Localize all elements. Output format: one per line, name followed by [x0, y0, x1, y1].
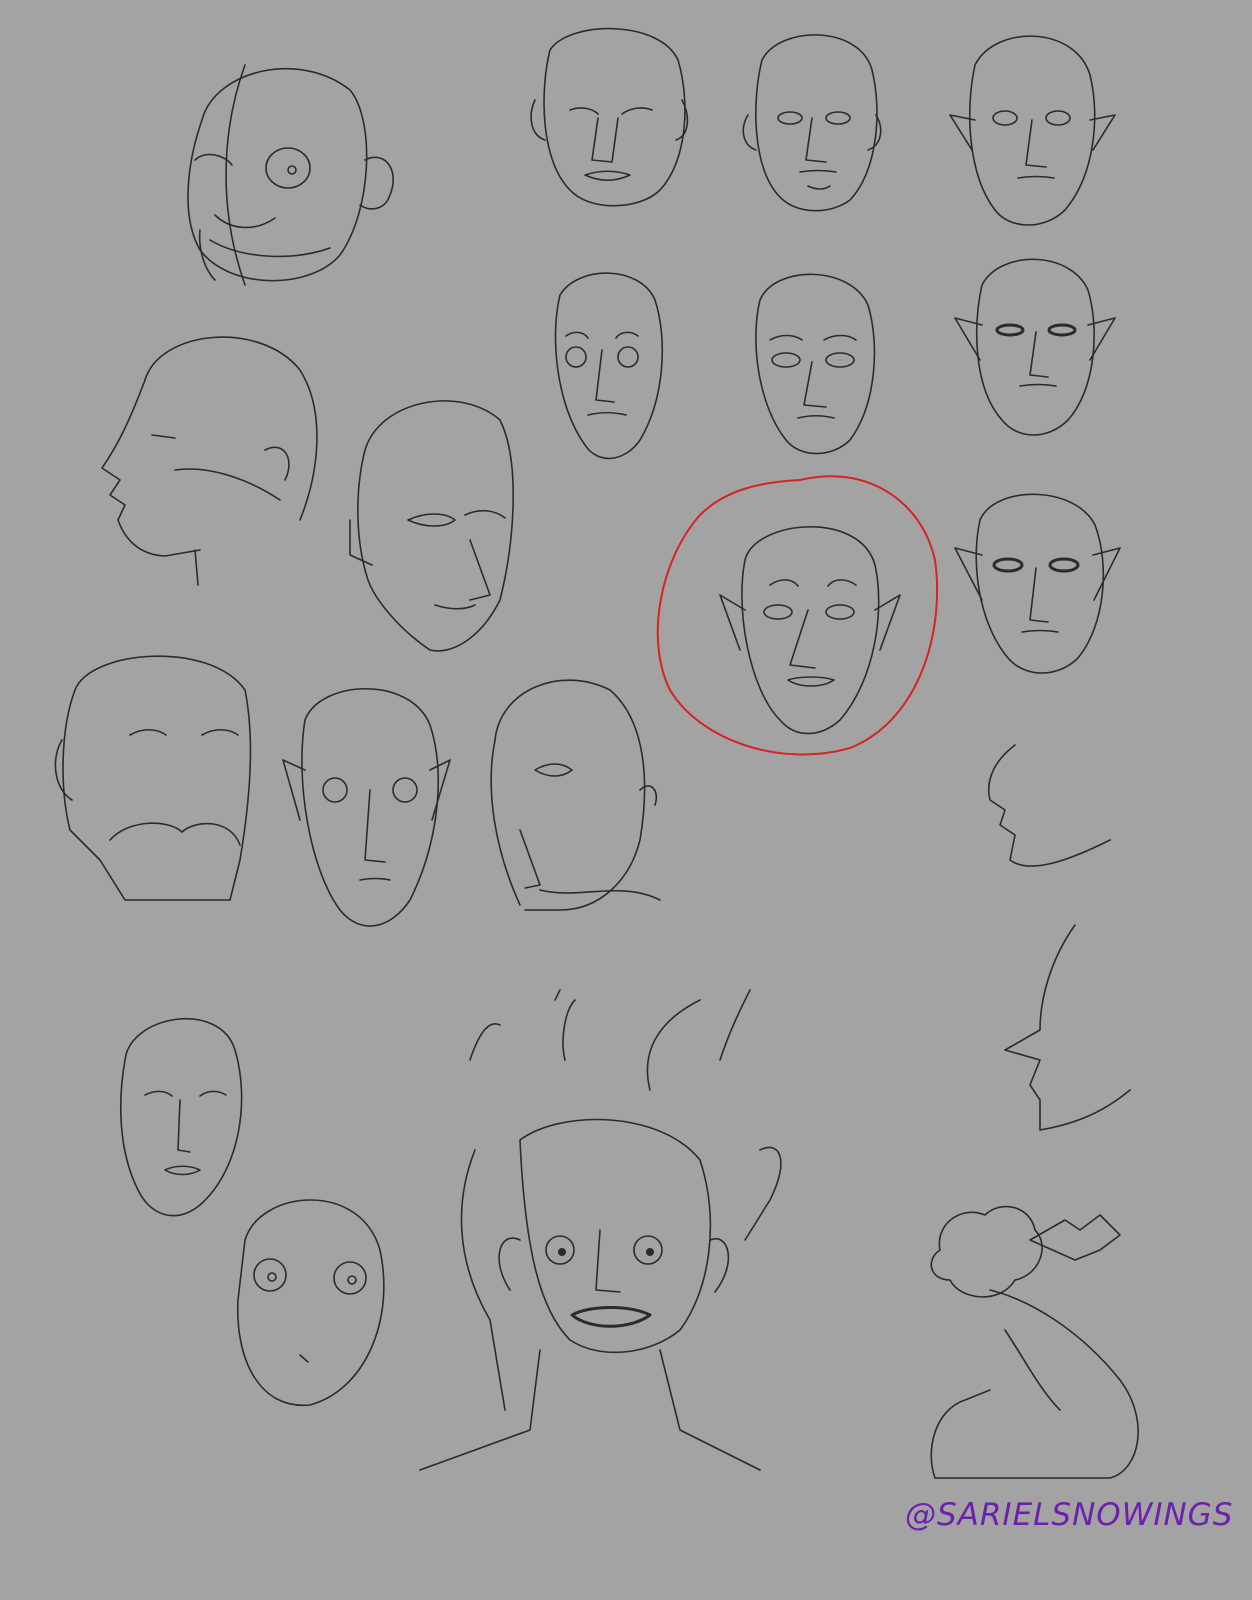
paper-background — [0, 0, 1252, 1600]
face-study-sketch — [0, 0, 1252, 1600]
sketch-canvas: @SARIELSNOWINGS — [0, 0, 1252, 1600]
artist-watermark: @SARIELSNOWINGS — [905, 1497, 1234, 1533]
